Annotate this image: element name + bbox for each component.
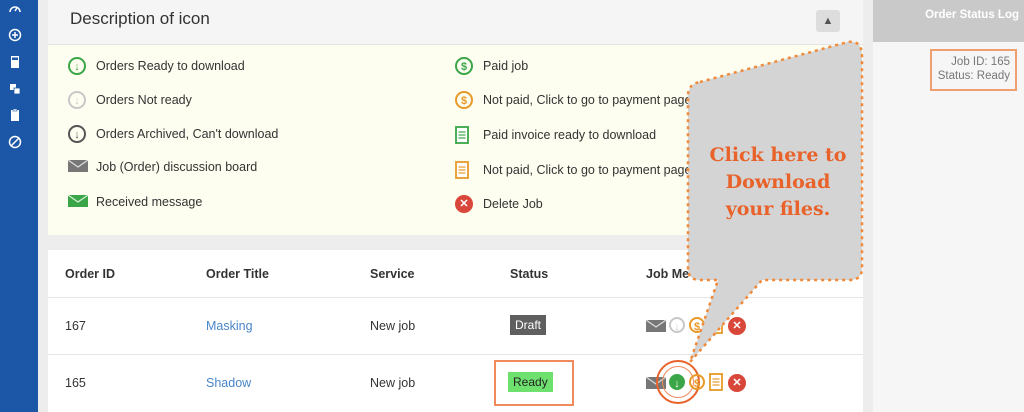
column-header: Status xyxy=(510,267,549,281)
invoice-paid-icon xyxy=(455,126,473,144)
job-id-text: Job ID: 165 xyxy=(951,56,1010,68)
panel-title: Description of icon xyxy=(70,9,210,28)
status-badge: Ready xyxy=(508,372,553,392)
download-ready-icon[interactable]: ↓ xyxy=(669,374,685,390)
service-name: New job xyxy=(370,376,416,390)
invoice-unpaid-icon xyxy=(455,161,473,179)
chevron-up-icon: ▲ xyxy=(822,15,834,27)
callout-text: Click here to Download your files. xyxy=(709,144,847,220)
envelope-icon[interactable] xyxy=(645,319,667,335)
row-divider xyxy=(48,297,863,298)
no-entry-icon[interactable] xyxy=(8,135,22,149)
order-title-link[interactable]: Masking xyxy=(206,319,253,333)
status-text: Status: Ready xyxy=(937,70,1010,82)
dollar-unpaid-icon[interactable]: $ xyxy=(689,374,705,390)
column-header: Order ID xyxy=(65,267,116,281)
delete-icon: ✕ xyxy=(455,195,473,213)
column-header: Order Title xyxy=(206,267,269,281)
calculator-icon[interactable] xyxy=(8,55,22,69)
clipboard-icon[interactable] xyxy=(8,108,22,122)
envelope-gray-icon xyxy=(67,158,89,176)
invoice-unpaid-icon[interactable] xyxy=(709,373,725,391)
orders-table: Order ID Order Title Service Status Job … xyxy=(48,250,863,412)
panel-header: Description of icon ▲ xyxy=(48,0,863,45)
add-circle-icon[interactable] xyxy=(8,28,22,42)
delete-icon[interactable]: ✕ xyxy=(728,317,746,335)
order-id: 167 xyxy=(65,319,86,333)
invoice-unpaid-icon[interactable] xyxy=(709,316,725,334)
speedometer-icon[interactable] xyxy=(8,2,22,16)
sidebar xyxy=(0,0,38,412)
status-log-entry: Job ID: 165 Status: Ready xyxy=(930,49,1017,91)
envelope-green-icon xyxy=(67,193,89,211)
delete-icon[interactable]: ✕ xyxy=(728,374,746,392)
order-id: 165 xyxy=(65,376,86,390)
column-header: Service xyxy=(370,267,415,281)
download-ready-icon: ↓ xyxy=(68,57,86,75)
download-disabled-icon: ↓ xyxy=(669,317,685,333)
status-badge: Draft xyxy=(510,315,547,335)
row-divider xyxy=(48,354,863,355)
squares-icon[interactable] xyxy=(8,82,22,96)
dollar-unpaid-icon[interactable]: $ xyxy=(689,317,705,333)
panel-title: Order Status Log xyxy=(925,9,1019,21)
dollar-unpaid-icon: $ xyxy=(455,91,473,109)
order-status-log-panel: Order Status Log Job ID: 165 Status: Rea… xyxy=(873,0,1024,412)
service-name: New job xyxy=(370,319,416,333)
collapse-button[interactable]: ▲ xyxy=(816,10,840,32)
download-not-ready-icon: ↓ xyxy=(68,91,86,109)
order-title-link[interactable]: Shadow xyxy=(206,376,251,390)
column-header: Job Me xyxy=(646,267,690,281)
panel-header: Order Status Log xyxy=(873,0,1024,42)
dollar-paid-icon: $ xyxy=(455,57,473,75)
download-archived-icon: ↓ xyxy=(68,125,86,143)
